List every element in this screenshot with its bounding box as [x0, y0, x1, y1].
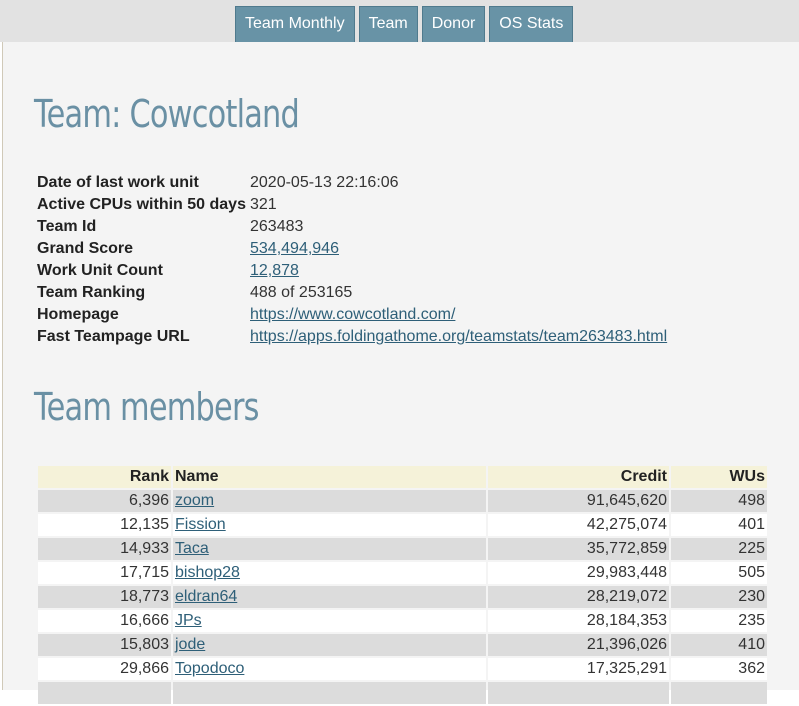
member-rank: 16,666: [38, 610, 171, 632]
col-name-header[interactable]: Name: [173, 466, 486, 488]
info-row: Date of last work unit 2020-05-13 22:16:…: [35, 172, 669, 194]
homepage-link[interactable]: https://www.cowcotland.com/: [250, 306, 455, 323]
member-credit: [488, 682, 669, 704]
member-credit: 42,275,074: [488, 514, 669, 536]
info-value: 2020-05-13 22:16:06: [250, 174, 399, 191]
info-value: 321: [250, 196, 277, 213]
info-row: Team Id 263483: [35, 216, 669, 238]
member-rank: 12,135: [38, 514, 171, 536]
info-label: Active CPUs within 50 days: [37, 196, 246, 213]
member-credit: 17,325,291: [488, 658, 669, 680]
tab-donor[interactable]: Donor: [421, 6, 486, 42]
info-row: Active CPUs within 50 days 321: [35, 194, 669, 216]
info-label: Work Unit Count: [37, 262, 163, 279]
member-name-link[interactable]: Fission: [175, 516, 226, 533]
member-wus: 362: [671, 658, 767, 680]
member-name-link[interactable]: eldran64: [175, 588, 237, 605]
member-name-link[interactable]: bishop28: [175, 564, 240, 581]
member-rank: 14,933: [38, 538, 171, 560]
member-wus: 401: [671, 514, 767, 536]
grand-score-link[interactable]: 534,494,946: [250, 240, 339, 257]
member-rank: 6,396: [38, 490, 171, 512]
table-header-row: Rank Name Credit WUs: [38, 466, 767, 488]
member-rank: 15,803: [38, 634, 171, 656]
member-credit: 35,772,859: [488, 538, 669, 560]
tab-team[interactable]: Team: [358, 6, 418, 42]
info-row: Team Ranking 488 of 253165: [35, 282, 669, 304]
col-credit-header[interactable]: Credit: [488, 466, 669, 488]
member-wus: [671, 682, 767, 704]
col-rank-header[interactable]: Rank: [38, 466, 171, 488]
member-name-link[interactable]: JPs: [175, 612, 202, 629]
member-rank: 18,773: [38, 586, 171, 608]
info-label: Team Ranking: [37, 284, 146, 301]
member-credit: 28,219,072: [488, 586, 669, 608]
member-name-link[interactable]: jode: [175, 636, 205, 653]
info-label: Homepage: [37, 306, 119, 323]
nav-tabs: Team Monthly Team Donor OS Stats: [235, 6, 574, 42]
work-unit-count-link[interactable]: 12,878: [250, 262, 299, 279]
members-heading: Team members: [34, 385, 259, 429]
table-row: 18,773 eldran64 28,219,072 230: [38, 586, 767, 608]
member-credit: 91,645,620: [488, 490, 669, 512]
member-wus: 225: [671, 538, 767, 560]
team-members-table: Rank Name Credit WUs 6,396 zoom 91,645,6…: [36, 464, 769, 706]
member-rank: [38, 682, 171, 704]
info-value: 263483: [250, 218, 304, 235]
info-row: Work Unit Count 12,878: [35, 260, 669, 282]
fast-teampage-link[interactable]: https://apps.foldingathome.org/teamstats…: [250, 328, 667, 345]
table-row: 17,715 bishop28 29,983,448 505: [38, 562, 767, 584]
tab-team-monthly[interactable]: Team Monthly: [235, 6, 355, 42]
member-name-link[interactable]: zoom: [175, 492, 214, 509]
info-row: Grand Score 534,494,946: [35, 238, 669, 260]
member-credit: 21,396,026: [488, 634, 669, 656]
team-info-table: Date of last work unit 2020-05-13 22:16:…: [35, 172, 669, 348]
info-label: Team Id: [37, 218, 97, 235]
member-credit: 29,983,448: [488, 562, 669, 584]
col-wus-header[interactable]: WUs: [671, 466, 767, 488]
page-title: Team: Cowcotland: [34, 92, 300, 136]
info-value: 488 of 253165: [250, 284, 353, 301]
member-credit: 28,184,353: [488, 610, 669, 632]
table-row: 16,666 JPs 28,184,353 235: [38, 610, 767, 632]
table-row: [38, 682, 767, 704]
info-label: Grand Score: [37, 240, 134, 257]
info-row: Homepage https://www.cowcotland.com/: [35, 304, 669, 326]
table-row: 29,866 Topodoco 17,325,291 362: [38, 658, 767, 680]
info-label: Date of last work unit: [37, 174, 199, 191]
member-wus: 410: [671, 634, 767, 656]
table-row: 12,135 Fission 42,275,074 401: [38, 514, 767, 536]
member-name: [173, 682, 486, 704]
member-wus: 230: [671, 586, 767, 608]
member-wus: 498: [671, 490, 767, 512]
table-row: 6,396 zoom 91,645,620 498: [38, 490, 767, 512]
top-nav-bar: Team Monthly Team Donor OS Stats: [0, 0, 799, 42]
member-name-link[interactable]: Topodoco: [175, 660, 244, 677]
main-content: Team: Cowcotland Date of last work unit …: [2, 42, 799, 704]
member-wus: 235: [671, 610, 767, 632]
info-label: Fast Teampage URL: [37, 328, 190, 345]
member-rank: 17,715: [38, 562, 171, 584]
table-row: 15,803 jode 21,396,026 410: [38, 634, 767, 656]
member-rank: 29,866: [38, 658, 171, 680]
member-wus: 505: [671, 562, 767, 584]
table-row: 14,933 Taca 35,772,859 225: [38, 538, 767, 560]
info-row: Fast Teampage URL https://apps.foldingat…: [35, 326, 669, 348]
tab-os-stats[interactable]: OS Stats: [489, 6, 574, 42]
member-name-link[interactable]: Taca: [175, 540, 209, 557]
